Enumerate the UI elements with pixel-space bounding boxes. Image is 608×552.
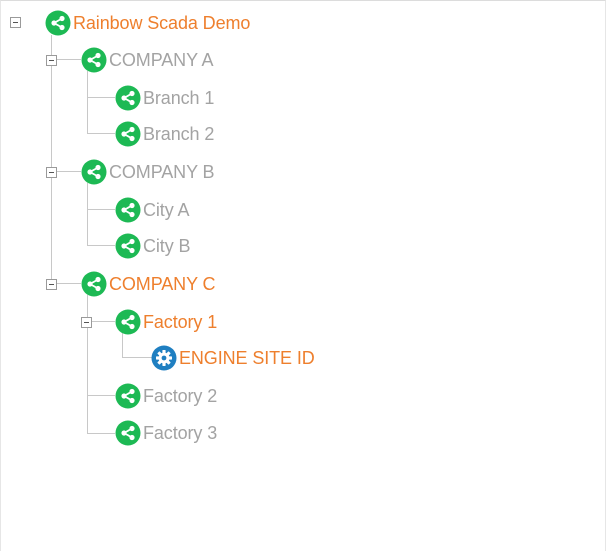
tree-node-root[interactable]: Rainbow Scada Demo: [45, 8, 250, 38]
tree-node-city-b[interactable]: City B: [115, 231, 191, 261]
tree-node-label: Branch 2: [143, 124, 215, 144]
tree-connector: [87, 71, 88, 133]
share-icon: [115, 121, 141, 147]
collapse-factory-1-button[interactable]: [81, 317, 92, 328]
tree-connector: [122, 357, 152, 358]
tree-connector: [87, 97, 115, 98]
share-icon: [81, 159, 107, 185]
share-icon: [45, 10, 71, 36]
tree-node-company-a[interactable]: COMPANY A: [81, 45, 214, 75]
tree-connector: [87, 295, 88, 433]
tree-node-label: ENGINE SITE ID: [179, 348, 315, 368]
tree-node-label: Rainbow Scada Demo: [73, 13, 251, 33]
tree-node-label: Factory 2: [143, 386, 218, 406]
tree-connector: [87, 433, 115, 434]
share-icon: [115, 85, 141, 111]
tree-node-branch-1[interactable]: Branch 1: [115, 83, 214, 113]
collapse-root-button[interactable]: [10, 17, 21, 28]
gear-icon: [151, 345, 177, 371]
share-icon: [115, 383, 141, 409]
tree-connector: [87, 183, 88, 245]
tree-node-company-c[interactable]: COMPANY C: [81, 269, 216, 299]
tree-node-factory-3[interactable]: Factory 3: [115, 418, 217, 448]
tree-node-label: Factory 1: [143, 312, 218, 332]
tree-node-label: City B: [143, 236, 191, 256]
tree-node-label: Branch 1: [143, 88, 215, 108]
tree-node-label: COMPANY A: [109, 50, 214, 70]
tree-node-label: Factory 3: [143, 423, 218, 443]
tree-connector: [87, 395, 115, 396]
collapse-company-b-button[interactable]: [46, 167, 57, 178]
share-icon: [115, 233, 141, 259]
tree-node-label: COMPANY B: [109, 162, 215, 182]
tree-connector: [87, 209, 115, 210]
share-icon: [115, 420, 141, 446]
tree-connector: [51, 35, 52, 283]
collapse-company-c-button[interactable]: [46, 279, 57, 290]
tree-node-factory-1[interactable]: Factory 1: [115, 307, 217, 337]
site-tree: Rainbow Scada Demo COMPANY A Branch 1 Br…: [1, 1, 605, 551]
tree-node-city-a[interactable]: City A: [115, 195, 190, 225]
share-icon: [81, 271, 107, 297]
share-icon: [115, 309, 141, 335]
tree-node-company-b[interactable]: COMPANY B: [81, 157, 215, 187]
tree-connector: [87, 245, 115, 246]
tree-node-label: City A: [143, 200, 190, 220]
tree-panel: Rainbow Scada Demo COMPANY A Branch 1 Br…: [0, 0, 606, 551]
collapse-company-a-button[interactable]: [46, 55, 57, 66]
tree-node-label: COMPANY C: [109, 274, 216, 294]
tree-node-engine-site-id[interactable]: ENGINE SITE ID: [151, 343, 315, 373]
tree-connector: [87, 133, 115, 134]
tree-node-branch-2[interactable]: Branch 2: [115, 119, 214, 149]
share-icon: [115, 197, 141, 223]
share-icon: [81, 47, 107, 73]
tree-node-factory-2[interactable]: Factory 2: [115, 381, 217, 411]
